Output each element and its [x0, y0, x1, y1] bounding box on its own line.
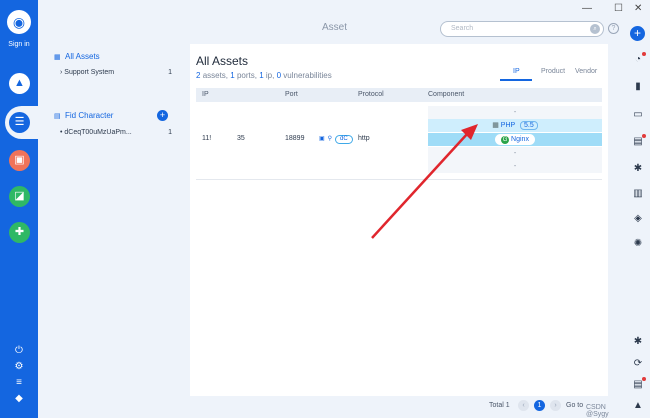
total-label: Total 1: [489, 402, 510, 409]
cube-icon[interactable]: ◈: [632, 213, 644, 225]
ip-count[interactable]: 1: [259, 71, 263, 80]
main-panel: All Assets 2 assets, 1 ports, 1 ip, 0 vu…: [190, 44, 608, 396]
next-page-icon[interactable]: ›: [550, 400, 561, 411]
view-tabs: IP Product Vendor: [500, 68, 602, 82]
port-badge[interactable]: dC: [334, 135, 353, 144]
link-icon[interactable]: ⚲: [328, 135, 332, 142]
tree-item-fid[interactable]: • dCeqT00uMzUaPm... 1: [60, 129, 172, 136]
left-rail: ◉ Sign in ▲ ☰ ▣ ◪ ✚ ⏻ ⚙ ≡ ◆: [0, 0, 38, 418]
close-icon[interactable]: ✕: [634, 3, 642, 14]
component-php[interactable]: ▦ PHP 5.5: [428, 119, 602, 132]
component-empty: -: [428, 147, 602, 160]
bug-icon[interactable]: ✱: [632, 163, 644, 175]
pagination: Total 1 ‹ 1 › Go to CSDN @Sygy: [190, 396, 609, 418]
nginx-tag[interactable]: G Nginx: [495, 134, 535, 145]
ports-label: ports,: [236, 71, 257, 80]
column-port: Port: [285, 91, 298, 98]
port-cell[interactable]: 18899: [285, 135, 304, 142]
php-version: 5.5: [520, 121, 538, 130]
search-input[interactable]: Search ⌕: [440, 21, 604, 37]
assets-label: assets,: [202, 71, 229, 80]
tree-fid-character[interactable]: ▤ Fid Character: [54, 111, 113, 120]
component-empty: -: [428, 106, 602, 119]
settings-icon[interactable]: ⚙: [0, 361, 38, 372]
title-bar: Asset Search ⌕ ?: [38, 0, 619, 40]
protocol-cell: http: [358, 135, 370, 142]
tree-item-support-system[interactable]: › Support System 1: [60, 69, 172, 76]
goto-label: Go to: [566, 402, 584, 409]
fingerprint-icon: ▤: [54, 113, 61, 120]
table-row[interactable]: 11! 35 18899 ▣ ⚲ dC http - ▦ PHP 5.5 G N…: [196, 106, 602, 180]
chart-icon[interactable]: ◪: [9, 186, 30, 207]
history-icon[interactable]: ◔: [632, 52, 646, 66]
port-badges: ▣ ⚲ dC: [318, 135, 353, 144]
tree-item-count: 1: [168, 69, 172, 76]
component-empty: -: [428, 160, 602, 173]
tab-ip[interactable]: IP: [513, 68, 520, 75]
puzzle-icon[interactable]: ✚: [9, 222, 30, 243]
screenshot-icon[interactable]: ▣: [319, 135, 325, 142]
help-icon[interactable]: ?: [608, 23, 619, 34]
logo-icon[interactable]: ◉: [7, 10, 31, 34]
sign-in-link[interactable]: Sign in: [0, 41, 38, 48]
add-icon[interactable]: +: [630, 26, 645, 41]
bar-chart-icon[interactable]: ▥: [632, 188, 644, 200]
diamond-icon[interactable]: ◆: [0, 393, 38, 404]
window-title: Asset: [322, 22, 348, 33]
column-ip: IP: [202, 91, 209, 98]
rocket-icon[interactable]: ▲: [9, 73, 30, 94]
ports-count[interactable]: 1: [230, 71, 234, 80]
search-icon[interactable]: ⌕: [590, 24, 600, 34]
assets-count[interactable]: 2: [196, 71, 200, 80]
ip-cell[interactable]: 11!: [202, 135, 211, 142]
refresh-icon[interactable]: ⟳: [632, 358, 644, 370]
php-tag[interactable]: ▦ PHP 5.5: [487, 121, 543, 130]
search-placeholder: Search: [451, 25, 474, 32]
right-toolbar: + ◔ ▮ ▭ ▤ ✱ ▥ ◈ ✺ ✱ ⟳ ▤ ▲: [626, 18, 650, 418]
grid-icon: ▦: [54, 54, 61, 61]
power-icon[interactable]: ⏻: [0, 345, 38, 356]
tab-underline: [500, 79, 532, 81]
tab-vendor[interactable]: Vendor: [575, 68, 597, 75]
watermark: CSDN @Sygy: [586, 404, 609, 418]
table-header: IP Port Protocol Component: [196, 88, 602, 102]
list-icon[interactable]: ☰: [9, 112, 30, 133]
php-icon: ▦: [492, 122, 499, 129]
warning-icon[interactable]: ▲: [632, 400, 644, 412]
ip-cell-suffix: 35: [237, 135, 245, 142]
prev-page-icon[interactable]: ‹: [518, 400, 529, 411]
asset-summary: 2 assets, 1 ports, 1 ip, 0 vulnerabiliti…: [196, 71, 332, 80]
monitor-icon[interactable]: ▭: [632, 109, 644, 121]
page-title: All Assets: [196, 54, 249, 68]
page-button[interactable]: 1: [534, 400, 545, 411]
virus-icon[interactable]: ✺: [632, 238, 644, 250]
minimize-icon[interactable]: —: [582, 3, 592, 14]
nav-assets-tab[interactable]: ☰: [5, 106, 38, 139]
book-icon[interactable]: ▮: [632, 81, 644, 93]
debug-icon[interactable]: ✱: [632, 336, 644, 348]
bag-icon[interactable]: ▣: [9, 150, 30, 171]
tree-all-assets[interactable]: ▦ All Assets: [54, 52, 100, 61]
ip-label: ip,: [265, 71, 275, 80]
nginx-icon: G: [501, 136, 510, 144]
app-window: ◉ Sign in ▲ ☰ ▣ ◪ ✚ ⏻ ⚙ ≡ ◆ Asset Search…: [0, 0, 650, 418]
component-nginx[interactable]: G Nginx: [428, 133, 602, 146]
maximize-icon[interactable]: ☐: [614, 3, 623, 14]
add-fid-button[interactable]: +: [157, 110, 168, 121]
menu-icon[interactable]: ≡: [0, 377, 38, 388]
column-protocol: Protocol: [358, 91, 384, 98]
tab-product[interactable]: Product: [541, 68, 565, 75]
report-icon[interactable]: ▤: [632, 134, 646, 148]
tree-item-count: 1: [168, 129, 172, 136]
column-component: Component: [428, 91, 465, 98]
notes-icon[interactable]: ▤: [632, 377, 646, 391]
vuln-count[interactable]: 0: [277, 71, 281, 80]
vuln-label: vulnerabilities: [283, 71, 332, 80]
asset-tree: ▦ All Assets › Support System 1 ▤ Fid Char…: [44, 44, 184, 396]
